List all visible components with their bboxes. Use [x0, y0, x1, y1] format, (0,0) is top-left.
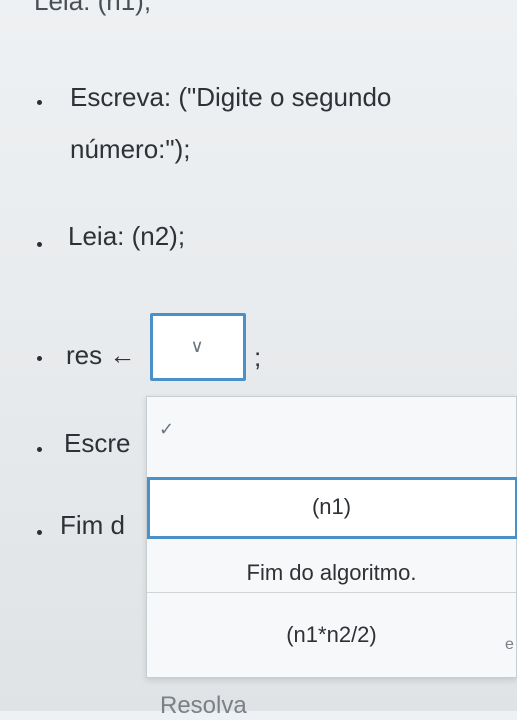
option-fim-algoritmo[interactable]: Fim do algoritmo. [147, 560, 516, 586]
screen: { "code": { "top_cut": "Leia: (n1);", "l… [0, 0, 517, 719]
side-text: e [505, 636, 514, 653]
bullet-icon [37, 447, 42, 452]
bullet-icon [37, 356, 42, 361]
divider [147, 592, 516, 593]
dropdown-menu: ✓ (n1) Fim do algoritmo. (n1*n2/2) [146, 396, 517, 678]
code-line-read-n1: Leia: (n1); [34, 0, 152, 16]
bullet-icon [37, 530, 42, 535]
option-n1-n2-2[interactable]: (n1*n2/2) [147, 622, 516, 648]
check-icon: ✓ [159, 419, 175, 439]
chevron-down-icon: ∨ [190, 336, 204, 356]
bullet-icon [37, 242, 42, 247]
resolva-button[interactable]: Resolva [160, 692, 247, 720]
option-n1[interactable]: (n1) [147, 494, 516, 520]
bullet-icon [37, 100, 42, 105]
answer-dropdown[interactable]: ∨ [150, 313, 246, 381]
